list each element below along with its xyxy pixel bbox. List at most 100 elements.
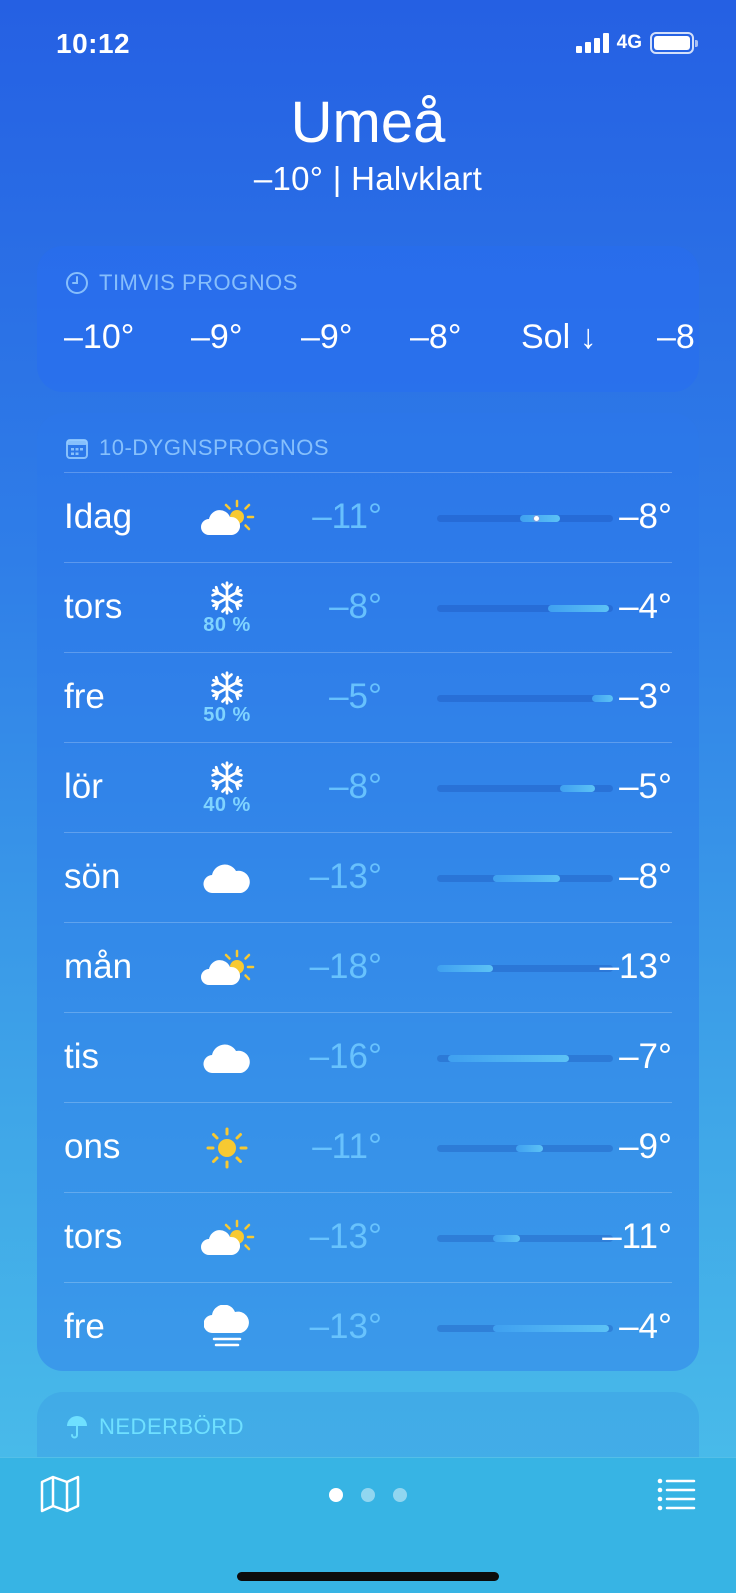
status-indicators: 4G — [575, 32, 698, 54]
temperature-range-bar — [437, 875, 613, 882]
cloud-icon — [192, 1025, 262, 1091]
high-temp: –13° — [599, 947, 672, 986]
temperature-range-fill — [447, 1055, 569, 1062]
hourly-item: –9° — [301, 318, 353, 356]
temperature-range-bar — [437, 1235, 613, 1242]
day-row[interactable]: tors –13° –11° — [64, 1193, 672, 1283]
cellular-signal-icon — [575, 33, 609, 53]
low-temp: –13° — [309, 1217, 382, 1256]
precipitation-chance: 40 % — [203, 793, 251, 816]
precipitation-chance: 80 % — [203, 613, 251, 636]
day-row[interactable]: mån –18° –13° — [64, 923, 672, 1013]
precipitation-title: NEDERBÖRD — [65, 1414, 244, 1440]
high-temp: –7° — [619, 1037, 672, 1076]
temperature-range-fill — [516, 1145, 543, 1152]
temperature-range-bar — [437, 695, 613, 702]
temperature-range-fill — [519, 515, 561, 522]
clock-icon — [66, 272, 88, 294]
page-dot[interactable] — [329, 1488, 343, 1502]
low-temp: –16° — [309, 1037, 382, 1076]
snow-icon: 40 % — [192, 755, 262, 821]
low-temp: –11° — [312, 497, 382, 536]
temperature-range-bar — [437, 605, 613, 612]
temperature-range-fill — [493, 1325, 610, 1332]
low-temp: –11° — [312, 1127, 382, 1166]
low-temp: –5° — [329, 677, 382, 716]
high-temp: –9° — [619, 1127, 672, 1166]
bottom-toolbar — [0, 1457, 736, 1593]
hourly-items[interactable]: –10° –9° –9° –8° Sol ↓ –8 — [37, 318, 699, 368]
temperature-range-bar — [437, 1145, 613, 1152]
partly-cloudy-icon — [192, 935, 262, 1001]
calendar-icon — [66, 439, 88, 459]
high-temp: –5° — [619, 767, 672, 806]
temperature-range-fill — [547, 605, 610, 612]
day-row[interactable]: tors 80 % –8° –4° — [64, 563, 672, 653]
temperature-range-fill — [591, 695, 613, 702]
temperature-range-fill — [437, 965, 494, 972]
day-name: ons — [64, 1127, 121, 1166]
low-temp: –18° — [309, 947, 382, 986]
day-name: lör — [64, 767, 103, 806]
high-temp: –4° — [619, 587, 672, 626]
battery-icon — [650, 32, 698, 54]
umbrella-icon — [67, 1416, 87, 1439]
day-name: mån — [64, 947, 133, 986]
low-temp: –8° — [329, 767, 382, 806]
list-icon[interactable] — [654, 1472, 698, 1516]
temperature-range-bar — [437, 965, 613, 972]
home-indicator[interactable] — [237, 1572, 499, 1581]
ten-day-title-text: 10-DYGNSPROGNOS — [99, 435, 329, 460]
day-row[interactable]: sön –13° –8° — [64, 833, 672, 923]
current-temp-dot — [532, 515, 540, 522]
day-row[interactable]: ons –11° –9° — [64, 1103, 672, 1193]
fog-icon — [192, 1295, 262, 1361]
precipitation-chance: 50 % — [203, 703, 251, 726]
snow-icon: 80 % — [192, 575, 262, 641]
partly-cloudy-icon — [192, 1205, 262, 1271]
sun-icon — [192, 1115, 262, 1181]
high-temp: –4° — [619, 1307, 672, 1346]
day-row[interactable]: lör 40 % –8° –5° — [64, 743, 672, 833]
hourly-item: –8° — [410, 318, 462, 356]
day-row[interactable]: fre –13° –4° — [64, 1283, 672, 1373]
day-name: tis — [64, 1037, 99, 1076]
day-name: fre — [64, 1307, 105, 1346]
hourly-title-text: TIMVIS PROGNOS — [99, 270, 298, 295]
day-name: sön — [64, 857, 121, 896]
cloud-icon — [192, 845, 262, 911]
partly-cloudy-icon — [192, 485, 262, 551]
hourly-item-sunset: Sol ↓ — [521, 318, 597, 356]
day-name: tors — [64, 587, 123, 626]
ten-day-forecast-card[interactable]: 10-DYGNSPROGNOS Idag –11° –8° tors 80 % –8° –4… — [37, 413, 699, 1371]
day-row[interactable]: Idag –11° –8° — [64, 473, 672, 563]
hourly-item: –9° — [191, 318, 243, 356]
day-name: tors — [64, 1217, 123, 1256]
hourly-item: –10° — [64, 318, 135, 356]
high-temp: –11° — [602, 1217, 672, 1256]
temperature-range-fill — [560, 785, 596, 792]
high-temp: –8° — [619, 497, 672, 536]
day-name: fre — [64, 677, 105, 716]
low-temp: –8° — [329, 587, 382, 626]
hourly-item: –8 — [657, 318, 695, 356]
page-dot[interactable] — [361, 1488, 375, 1502]
high-temp: –8° — [619, 857, 672, 896]
page-dot[interactable] — [393, 1488, 407, 1502]
temperature-range-bar — [437, 1325, 613, 1332]
status-bar: 10:12 4G — [0, 0, 736, 90]
temperature-range-bar — [437, 515, 613, 522]
temperature-range-bar — [437, 785, 613, 792]
temperature-range-bar — [437, 1055, 613, 1062]
day-row[interactable]: fre 50 % –5° –3° — [64, 653, 672, 743]
location-header: Umeå –10° | Halvklart — [0, 88, 736, 198]
low-temp: –13° — [309, 857, 382, 896]
city-name: Umeå — [290, 90, 446, 155]
page-indicator[interactable] — [0, 1488, 736, 1502]
day-row[interactable]: tis –16° –7° — [64, 1013, 672, 1103]
snow-icon: 50 % — [192, 665, 262, 731]
hourly-forecast-card[interactable]: TIMVIS PROGNOS –10° –9° –9° –8° Sol ↓ –8 — [37, 246, 699, 392]
high-temp: –3° — [619, 677, 672, 716]
temperature-range-fill — [493, 1235, 520, 1242]
current-conditions: –10° | Halvklart — [253, 160, 483, 197]
